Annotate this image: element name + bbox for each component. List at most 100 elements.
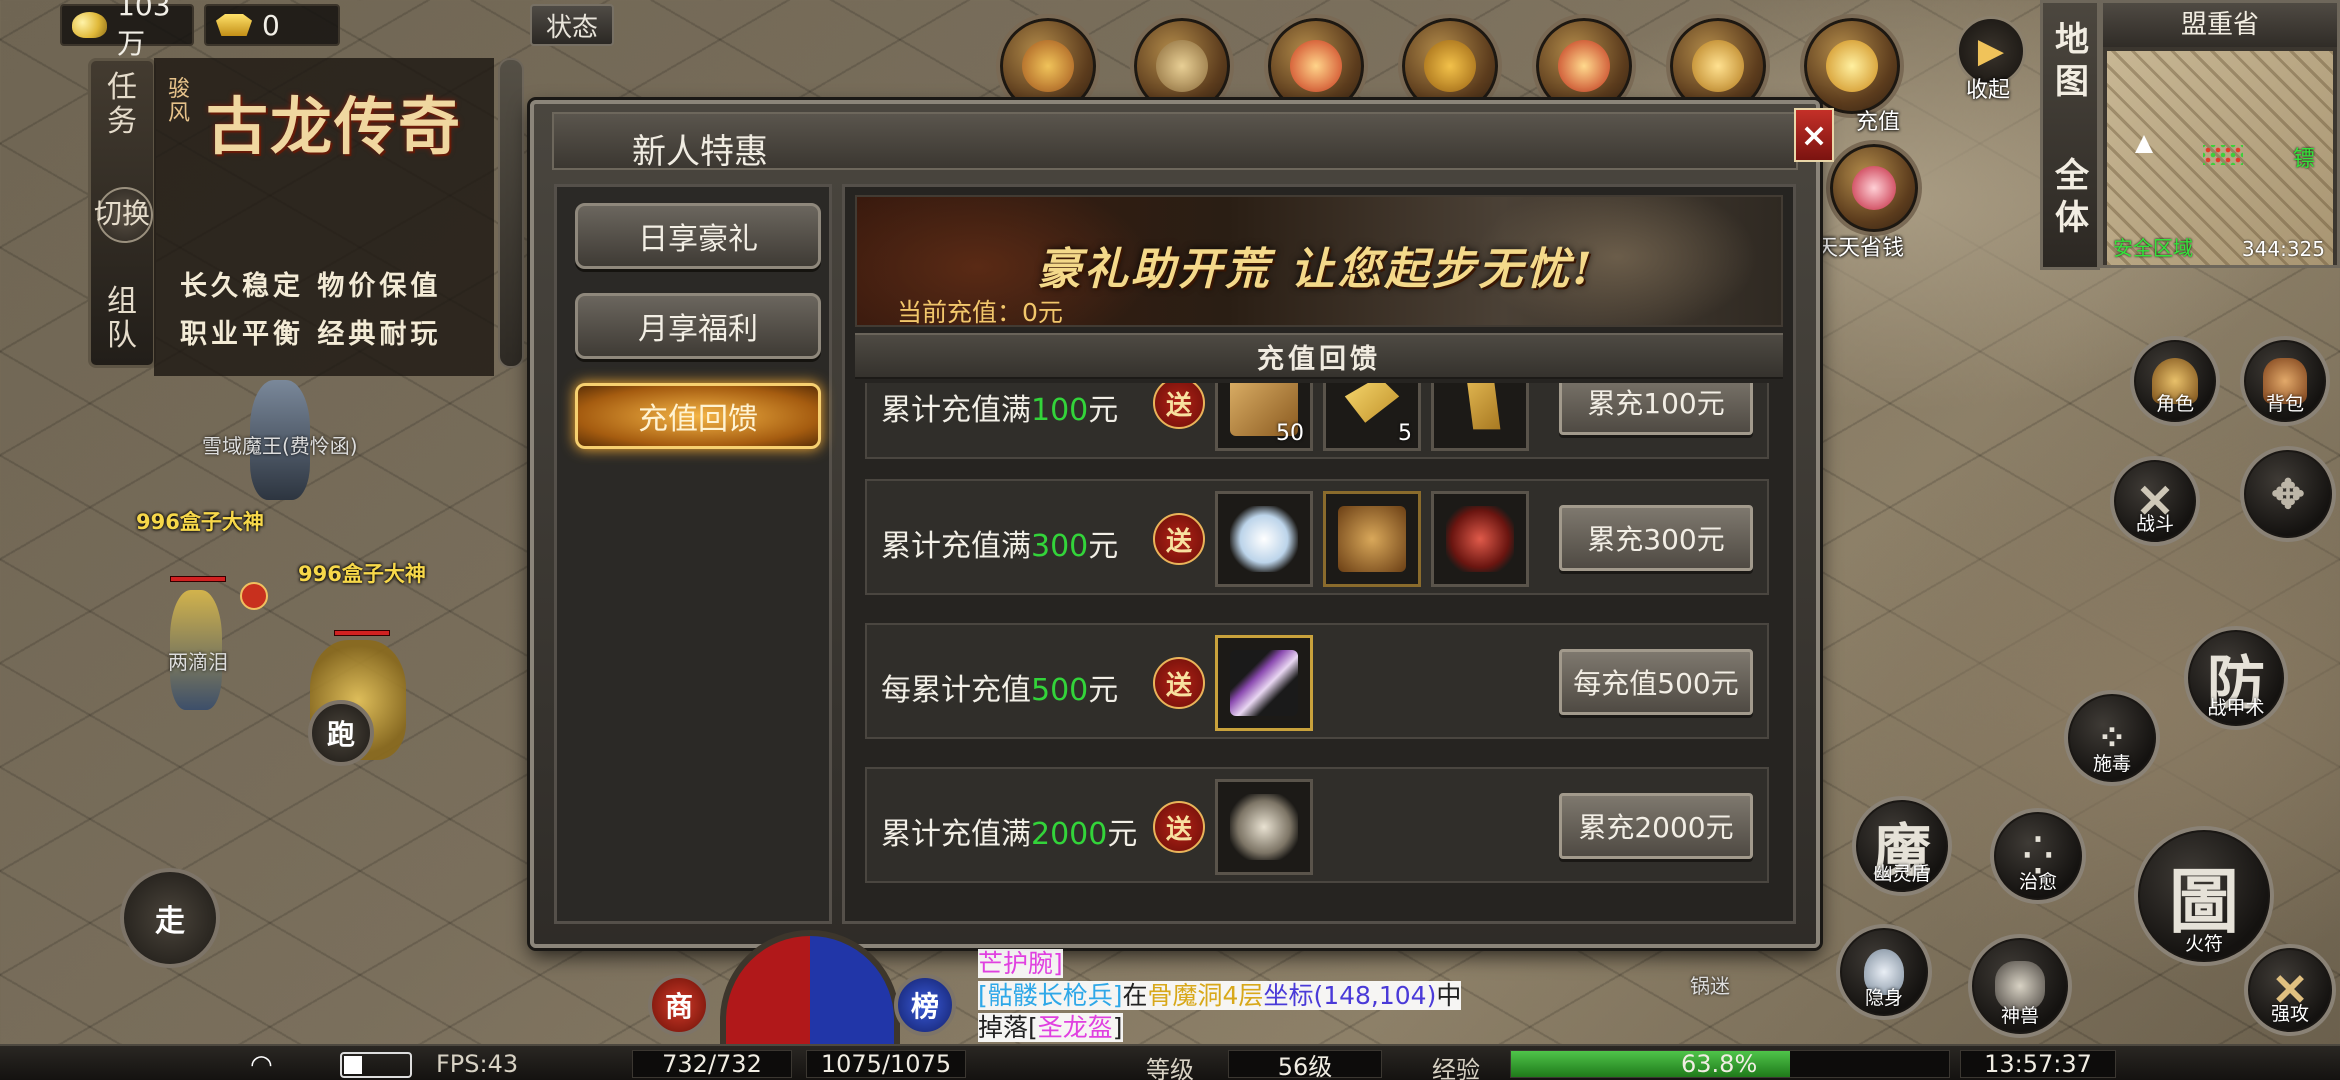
level-label: 等级 (1146, 1056, 1194, 1080)
savings-gift-icon[interactable] (1826, 140, 1922, 236)
stealth-label: 隐身 (1864, 987, 1903, 1009)
ingot-counter: 0 (204, 4, 340, 46)
move-pad[interactable]: ✥ (2240, 446, 2336, 542)
panel-collapse-handle[interactable] (498, 58, 524, 368)
row-label: 累计充值满2000元 (881, 817, 1138, 852)
left-tab-strip: 任务 切换 组队 (88, 58, 156, 368)
skill-defense[interactable]: 防 战甲术 (2184, 626, 2288, 730)
gift-badge-icon: 送 (1153, 383, 1205, 429)
ingot-amount: 0 (262, 8, 280, 42)
tab-map[interactable]: 地图 (2049, 19, 2095, 103)
tab-all[interactable]: 全体 (2049, 155, 2095, 239)
shop-button[interactable]: 商 (648, 974, 710, 1036)
menu-daily-gift[interactable]: 日享豪礼 (575, 203, 821, 269)
exp-percent: 63.8% (1681, 1050, 1758, 1078)
banner-text: 豪礼助开荒 让您起步无忧! (1037, 244, 1595, 295)
reward-row: 累计充值满100元 送 50 5 累充100元 (865, 383, 1769, 459)
fps-counter: FPS:43 (436, 1050, 519, 1078)
claim-button[interactable]: 累充2000元 (1559, 793, 1753, 859)
player-name: 雪域魔王(费怜函) (202, 434, 358, 458)
daily-savings-label: 天天省钱 (1816, 236, 1905, 261)
skill-divine-beast[interactable]: 神兽 (1968, 934, 2072, 1038)
wifi-icon: ◠ (250, 1050, 273, 1080)
fight-button[interactable]: ✕ 战斗 (2110, 456, 2200, 546)
skill-talisman[interactable]: 圖 火符 (2134, 826, 2274, 966)
beast-head-icon[interactable] (1215, 779, 1313, 875)
hp-bar (170, 576, 226, 582)
hp-value: 732/732 (632, 1050, 792, 1078)
run-toggle[interactable]: 跑 (308, 700, 374, 766)
claim-button[interactable]: 累充100元 (1559, 383, 1753, 435)
row-label: 累计充值满100元 (881, 393, 1119, 428)
gold-bar-icon[interactable]: 5 (1323, 383, 1421, 451)
close-button[interactable]: × (1794, 108, 1834, 162)
logo-small-text: 骏风 (168, 77, 191, 126)
defense-label: 战甲术 (2207, 697, 2265, 719)
quest-line-2: 职业平衡 经典耐玩 (180, 319, 442, 350)
scroll-item-icon[interactable]: 50 (1215, 383, 1313, 451)
skill-heal[interactable]: ⁛ 治愈 (1990, 808, 2086, 904)
gold-scroll-icon[interactable] (1431, 383, 1529, 451)
gold-ingot-icon (216, 14, 252, 36)
bag-badge-icon (240, 582, 268, 610)
chat-text: 中 (1436, 981, 1462, 1010)
minimap[interactable]: 盟重省 镖 安全区域 344:325 (2100, 0, 2340, 268)
skill-ghost-shield[interactable]: 魔 幽灵盾 (1852, 796, 1952, 896)
divine-beast-label: 神兽 (2000, 1005, 2039, 1027)
character-button[interactable]: 角色 (2130, 336, 2220, 426)
safe-zone-label: 安全区域 (2113, 236, 2193, 260)
fight-label: 战斗 (2135, 513, 2174, 535)
row-label: 累计充值满300元 (881, 529, 1119, 564)
chat-text: 在 (1122, 981, 1148, 1010)
section-header: 充值回馈 (855, 333, 1783, 379)
close-icon: × (1800, 116, 1828, 154)
hp-mp-orb (720, 930, 900, 1050)
ranking-button[interactable]: 榜 (894, 974, 956, 1036)
chat-text: 芒护腕] (978, 949, 1063, 978)
skill-strong-attack[interactable]: ✕ 强攻 (2244, 944, 2336, 1036)
gold-amount: 103万 (117, 0, 171, 60)
heal-label: 治愈 (2018, 871, 2057, 893)
gold-counter: 103万 (60, 0, 194, 60)
silver-pile-icon[interactable] (1215, 491, 1313, 587)
red-crest-icon[interactable] (1431, 491, 1529, 587)
menu-monthly-benefit[interactable]: 月享福利 (575, 293, 821, 359)
gift-badge-icon: 送 (1153, 513, 1205, 565)
ghost-shield-label: 幽灵盾 (1873, 863, 1931, 885)
promo-banner: 豪礼助开荒 让您起步无忧! 当前充值：0元 (855, 195, 1783, 327)
dialog-titlebar: 新人特惠 (552, 112, 1798, 172)
tab-switch[interactable]: 切换 (91, 197, 153, 231)
player-marker-icon (2135, 135, 2153, 153)
quest-panel[interactable]: 骏风 古龙传奇 长久稳定 物价保值 职业平衡 经典耐玩 (154, 58, 494, 376)
npc-name: 两滴泪 (168, 650, 228, 674)
skill-stealth[interactable]: 隐身 (1836, 924, 1932, 1020)
exp-label: 经验 (1432, 1056, 1480, 1080)
guild-tag: 996盒子大神 (136, 510, 264, 534)
bag-button[interactable]: 背包 (2240, 336, 2330, 426)
menu-recharge-reward[interactable]: 充值回馈 (575, 383, 821, 449)
walk-joystick[interactable]: 走 (120, 868, 220, 968)
hp-bar (334, 630, 390, 636)
minimap-view[interactable]: 镖 安全区域 344:325 (2107, 51, 2333, 265)
skill-poison[interactable]: ⁘ 施毒 (2064, 690, 2160, 786)
region-name: 盟重省 (2103, 3, 2337, 47)
collapse-label[interactable]: 收起 (1966, 72, 2010, 104)
purple-flute-icon[interactable] (1215, 635, 1313, 731)
reward-list[interactable]: 累计充值满100元 送 50 5 累充100元 累计充值满300元 送 累充30… (855, 383, 1783, 913)
armor-icon[interactable] (1323, 491, 1421, 587)
status-button[interactable]: 状态 (530, 4, 614, 46)
chat-coordinates[interactable]: 坐标(148,104) (1263, 981, 1437, 1010)
tab-quest[interactable]: 任务 (105, 71, 139, 139)
tab-team[interactable]: 组队 (105, 285, 139, 353)
chat-text: ] (1112, 1013, 1123, 1042)
character-label: 角色 (2155, 393, 2194, 415)
bag-label: 背包 (2265, 393, 2304, 415)
newbie-offer-dialog: 新人特惠 × 日享豪礼 月享福利 充值回馈 豪礼助开荒 让您起步无忧! 当前充值… (530, 100, 1834, 948)
recharge-label: 充值 (1856, 110, 1901, 135)
claim-button[interactable]: 累充300元 (1559, 505, 1753, 571)
chat-item[interactable]: 圣龙盔 (1037, 1013, 1113, 1042)
claim-button[interactable]: 每充值500元 (1559, 649, 1753, 715)
map-side-tabs: 地图 全体 (2040, 0, 2100, 270)
system-chat: 芒护腕] [骷髅长枪兵]在骨魔洞4层坐标(148,104)中 掉落[圣龙盔] (978, 948, 1488, 1044)
mp-value: 1075/1075 (806, 1050, 966, 1078)
